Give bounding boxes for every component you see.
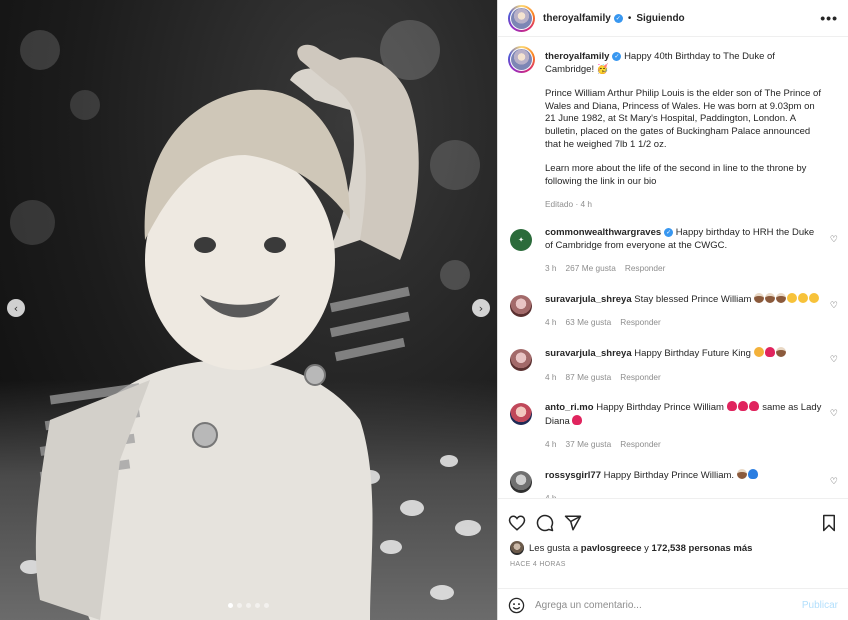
separator-dot: • (627, 12, 632, 24)
avatar[interactable] (510, 470, 532, 493)
comments-scroll-area[interactable]: theroyalfamily ✓ Happy 40th Birthday to T… (498, 37, 848, 498)
likes-middle: y (644, 542, 649, 554)
comment-item: rossysgirl77 Happy Birthday Prince Willi… (508, 468, 838, 498)
comment-item: ✦ commonwealthwargraves ✓ Happy birthday … (508, 227, 838, 275)
caption-paragraph: Learn more about the life of the second … (545, 163, 807, 187)
comment-time: 4 h (545, 371, 557, 382)
comment-icon[interactable] (536, 514, 554, 532)
add-comment-bar: Agrega un comentario... Publicar (498, 588, 848, 620)
likes-summary: Les gusta a pavlosgreece y 172,538 perso… (498, 535, 848, 555)
comment-item: suravarjula_shreya Stay blessed Prince W… (508, 292, 838, 329)
next-arrow-icon[interactable]: › (472, 299, 490, 317)
comment-username[interactable]: suravarjula_shreya (545, 348, 632, 359)
like-comment-heart-icon[interactable]: ♡ (830, 301, 838, 311)
comment-username[interactable]: suravarjula_shreya (545, 294, 632, 305)
comment-username[interactable]: commonwealthwargraves (545, 227, 661, 238)
share-icon[interactable] (564, 514, 582, 532)
comment-text: Happy Birthday Prince William (596, 402, 724, 414)
likes-prefix: Les gusta a (529, 542, 579, 554)
like-comment-heart-icon[interactable]: ♡ (830, 235, 838, 245)
avatar[interactable] (508, 46, 535, 73)
verified-icon: ✓ (612, 51, 622, 61)
comment-username[interactable]: rossysgirl77 (545, 470, 601, 481)
carousel-dots (0, 603, 497, 608)
caption-meta: Editado · 4 h (545, 199, 593, 210)
avatar[interactable]: ✦ (510, 228, 532, 251)
carousel-dot (246, 603, 251, 608)
avatar[interactable] (510, 294, 532, 317)
caption-paragraph: Prince William Arthur Philip Louis is th… (545, 88, 821, 150)
carousel-dot (264, 603, 269, 608)
avatar[interactable] (510, 348, 532, 371)
verified-icon: ✓ (664, 227, 674, 237)
post-side-panel: theroyalfamily ✓ • Siguiendo ••• theroya… (497, 0, 848, 620)
previous-arrow-icon[interactable]: ‹ (7, 299, 25, 317)
carousel-dot (255, 603, 260, 608)
comment-text: Happy Birthday Prince William. (603, 469, 735, 481)
post-timestamp: HACE 4 HORAS (510, 561, 566, 568)
like-comment-heart-icon[interactable]: ♡ (830, 409, 838, 419)
avatar[interactable] (508, 4, 535, 32)
like-comment-heart-icon[interactable]: ♡ (830, 477, 838, 487)
action-bar (498, 499, 848, 535)
comment-time: 3 h (545, 263, 557, 274)
emoji-icon (736, 468, 759, 481)
post-header: theroyalfamily ✓ • Siguiendo ••• (498, 0, 848, 37)
caption-username[interactable]: theroyalfamily (545, 51, 609, 62)
publish-button[interactable]: Publicar (802, 600, 838, 611)
caption: theroyalfamily ✓ Happy 40th Birthday to T… (508, 46, 838, 211)
carousel-dot (237, 603, 242, 608)
verified-icon: ✓ (613, 13, 623, 23)
bookmark-icon[interactable] (820, 514, 838, 532)
post-media[interactable]: ‹ › (0, 0, 497, 620)
comment-time: 4 h (545, 439, 557, 450)
likes-user[interactable]: pavlosgreece (581, 543, 642, 554)
comment-item: anto_ri.mo Happy Birthday Prince William… (508, 401, 838, 451)
carousel-dot (228, 603, 233, 608)
reply-button[interactable]: Responder (620, 372, 661, 382)
comment-item: suravarjula_shreya Happy Birthday Future… (508, 346, 838, 383)
follow-status-button[interactable]: Siguiendo (636, 13, 684, 24)
comment-likes[interactable]: 63 Me gusta (566, 317, 612, 327)
avatar[interactable] (510, 403, 532, 426)
post-footer: Les gusta a pavlosgreece y 172,538 perso… (498, 498, 848, 613)
reply-button[interactable]: Responder (625, 263, 666, 273)
comment-text: Happy Birthday Future King (634, 347, 751, 359)
emoji-icon (753, 346, 787, 359)
emoji-picker-icon[interactable] (508, 597, 525, 614)
reply-button[interactable]: Responder (620, 439, 661, 449)
comment-username[interactable]: anto_ri.mo (545, 402, 594, 413)
avatar[interactable] (510, 541, 524, 555)
likes-count[interactable]: 172,538 personas más (652, 543, 753, 554)
reply-button[interactable]: Responder (620, 317, 661, 327)
heart-icon[interactable] (508, 514, 526, 532)
emoji-icon (726, 401, 760, 413)
comment-input[interactable]: Agrega un comentario... (535, 600, 642, 611)
emoji-icon (572, 414, 583, 427)
comment-likes[interactable]: 267 Me gusta (566, 263, 616, 273)
more-options-icon[interactable]: ••• (820, 10, 838, 26)
comment-likes[interactable]: 87 Me gusta (566, 372, 612, 382)
comment-time: 4 h (545, 317, 557, 328)
child-photo (35, 44, 419, 620)
emoji-icon (754, 292, 820, 305)
comment-likes[interactable]: 37 Me gusta (566, 439, 612, 449)
header-username[interactable]: theroyalfamily (543, 13, 611, 24)
like-comment-heart-icon[interactable]: ♡ (830, 355, 838, 365)
comment-text: Stay blessed Prince William (634, 293, 752, 305)
